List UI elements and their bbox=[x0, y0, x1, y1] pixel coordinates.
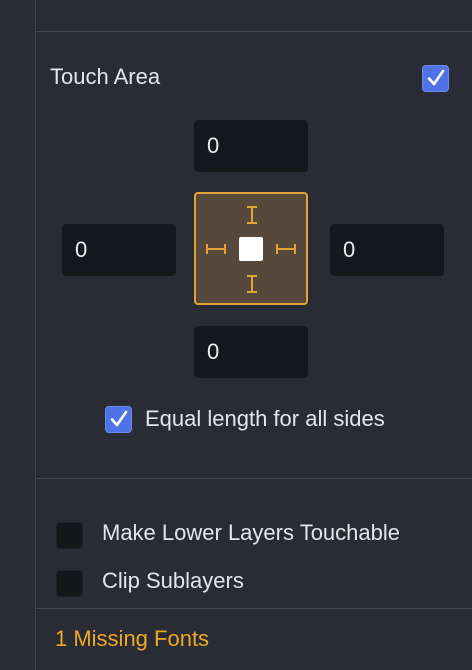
layer-preview-square bbox=[239, 237, 263, 261]
right-handle-icon[interactable] bbox=[275, 242, 297, 256]
bottom-handle-icon[interactable] bbox=[245, 274, 259, 294]
touch-area-checkbox[interactable] bbox=[422, 65, 449, 92]
equal-length-label: Equal length for all sides bbox=[145, 406, 385, 431]
lower-layers-touchable-checkbox[interactable] bbox=[56, 522, 83, 549]
top-handle-icon[interactable] bbox=[245, 205, 259, 225]
equal-length-checkbox[interactable] bbox=[105, 406, 132, 433]
checkmark-icon bbox=[427, 69, 445, 86]
checkmark-icon bbox=[110, 410, 128, 427]
section-divider-top bbox=[36, 31, 472, 32]
lower-layers-touchable-label: Make Lower Layers Touchable bbox=[102, 520, 400, 545]
section-divider-bottom bbox=[36, 608, 472, 609]
touch-area-left-input[interactable]: 0 bbox=[62, 224, 176, 276]
left-sidebar-strip bbox=[0, 0, 36, 670]
section-divider-middle bbox=[36, 478, 472, 479]
touch-area-title: Touch Area bbox=[50, 64, 161, 89]
clip-sublayers-label: Clip Sublayers bbox=[102, 568, 244, 593]
missing-fonts-link[interactable]: 1 Missing Fonts bbox=[55, 624, 209, 654]
clip-sublayers-checkbox[interactable] bbox=[56, 570, 83, 597]
touch-area-preview[interactable] bbox=[194, 192, 308, 305]
touch-area-top-input[interactable]: 0 bbox=[194, 120, 308, 172]
touch-area-right-input[interactable]: 0 bbox=[330, 224, 444, 276]
left-handle-icon[interactable] bbox=[205, 242, 227, 256]
touch-area-bottom-input[interactable]: 0 bbox=[194, 326, 308, 378]
